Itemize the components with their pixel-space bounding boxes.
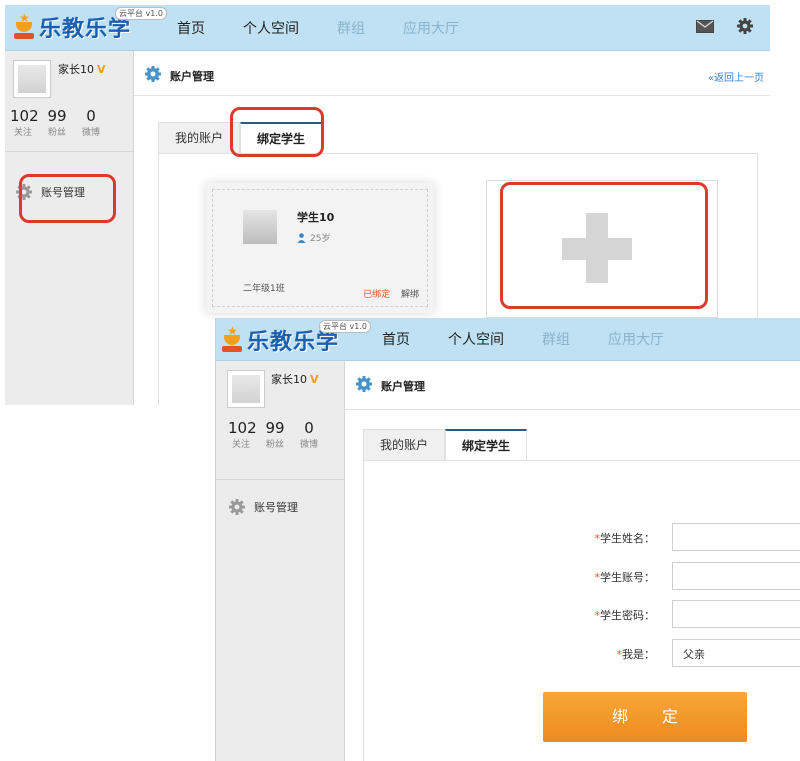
sidebar: 家长10 V 102 关注 99 粉丝 0 微博 账号管理 [216,361,345,761]
nav-groups[interactable]: 群组 [542,329,570,349]
student-account-input[interactable] [672,562,800,590]
relation-label: *我是： [616,648,656,661]
stat-following[interactable]: 102 关注 [10,107,39,138]
tab-my-account[interactable]: 我的账户 [158,122,241,154]
nav-app-hall[interactable]: 应用大厅 [403,18,459,38]
highlight-account-management [19,174,116,223]
user-name[interactable]: 家长10 V [271,371,319,387]
logo[interactable]: ★ 乐教乐学 云平台 v1.0 [13,7,167,43]
page-title: 账户管理 [170,70,214,83]
stat-fans[interactable]: 99 粉丝 [262,419,288,450]
nav-home[interactable]: 首页 [177,18,205,38]
version-badge: 云平台 v1.0 [319,320,371,333]
student-actions: 已绑定 解绑 [363,287,419,300]
header-icons [696,17,754,35]
form-row-student-account: *学生账号： [345,562,800,590]
sidebar-divider [5,151,133,152]
gear-icon [229,499,245,515]
stat-fans[interactable]: 99 粉丝 [44,107,70,138]
main-content: 账户管理 我的账户 绑定学生 *学生姓名： *学生账号： *学生密码： *我是： [345,361,800,761]
sidebar-divider [216,479,344,480]
tab-bind-student[interactable]: 绑定学生 [445,429,528,462]
nav-personal-space[interactable]: 个人空间 [243,18,299,38]
screenshot-bind-form: ★ 乐教乐学 云平台 v1.0 首页 个人空间 群组 应用大厅 家长10 V 10… [215,318,800,761]
main-nav: 首页 个人空间 群组 应用大厅 [177,5,497,50]
student-account-label: *学生账号： [594,571,656,584]
top-header: ★ 乐教乐学 云平台 v1.0 首页 个人空间 群组 应用大厅 [5,5,770,51]
relation-select[interactable]: 父亲 ▼ [672,639,800,667]
student-password-input[interactable] [672,600,800,628]
unbind-link[interactable]: 解绑 [401,290,419,300]
vip-badge: V [310,373,319,386]
logo[interactable]: ★ 乐教乐学 云平台 v1.0 [221,320,371,356]
avatar[interactable] [227,370,265,408]
student-card: 学生10 25岁 二年级1班 已绑定 解绑 [206,183,434,313]
bound-status: 已绑定 [363,290,391,300]
sidebar-item-label: 账号管理 [254,501,298,514]
top-header: ★ 乐教乐学 云平台 v1.0 首页 个人空间 群组 应用大厅 [216,318,800,361]
tab-bar: 我的账户 绑定学生 [363,429,528,462]
nav-personal-space[interactable]: 个人空间 [448,329,504,349]
avatar[interactable] [13,60,51,98]
vip-badge: V [97,63,106,76]
highlight-add-box [500,182,708,309]
form-row-student-password: *学生密码： [345,600,800,628]
logo-crest-icon: ★ [13,12,35,41]
settings-icon [145,66,161,82]
nav-groups[interactable]: 群组 [337,18,365,38]
settings-icon [356,376,372,392]
student-card-inner: 学生10 25岁 二年级1班 已绑定 解绑 [212,189,428,307]
sidebar-item-account-management[interactable]: 账号管理 [228,498,298,516]
logo-crest-icon: ★ [221,325,243,354]
stat-weibo[interactable]: 0 微博 [296,419,322,450]
page-header: 账户管理 «返回上一页 [134,51,770,96]
student-avatar [243,210,277,244]
student-class: 二年级1班 [243,284,285,294]
user-stats: 102 关注 99 粉丝 0 微博 [228,419,322,450]
back-link[interactable]: «返回上一页 [708,69,764,84]
version-badge: 云平台 v1.0 [115,7,167,20]
user-name[interactable]: 家长10 V [58,61,106,77]
stat-following[interactable]: 102 关注 [228,419,257,450]
page-header: 账户管理 [345,361,800,410]
bind-button[interactable]: 绑定 [543,692,747,742]
nav-home[interactable]: 首页 [382,329,410,349]
form-row-relation: *我是： 父亲 ▼ [345,639,800,667]
relation-selected-value: 父亲 [683,648,705,661]
nav-app-hall[interactable]: 应用大厅 [608,329,664,349]
gear-icon[interactable] [736,17,754,35]
tab-my-account[interactable]: 我的账户 [363,429,446,461]
sidebar: 家长10 V 102 关注 99 粉丝 0 微博 账号管理 [5,51,134,405]
student-password-label: *学生密码： [594,609,656,622]
user-stats: 102 关注 99 粉丝 0 微博 [10,107,104,138]
form-row-student-name: *学生姓名： [345,523,800,551]
main-nav: 首页 个人空间 群组 应用大厅 [382,318,702,360]
stat-weibo[interactable]: 0 微博 [78,107,104,138]
student-name-label: *学生姓名： [594,532,656,545]
mail-icon[interactable] [696,19,714,33]
page-title: 账户管理 [381,380,425,393]
student-age: 25岁 [297,231,330,244]
student-name: 学生10 [297,211,335,224]
highlight-bind-tab [230,107,324,157]
person-icon [297,232,306,243]
student-name-input[interactable] [672,523,800,551]
